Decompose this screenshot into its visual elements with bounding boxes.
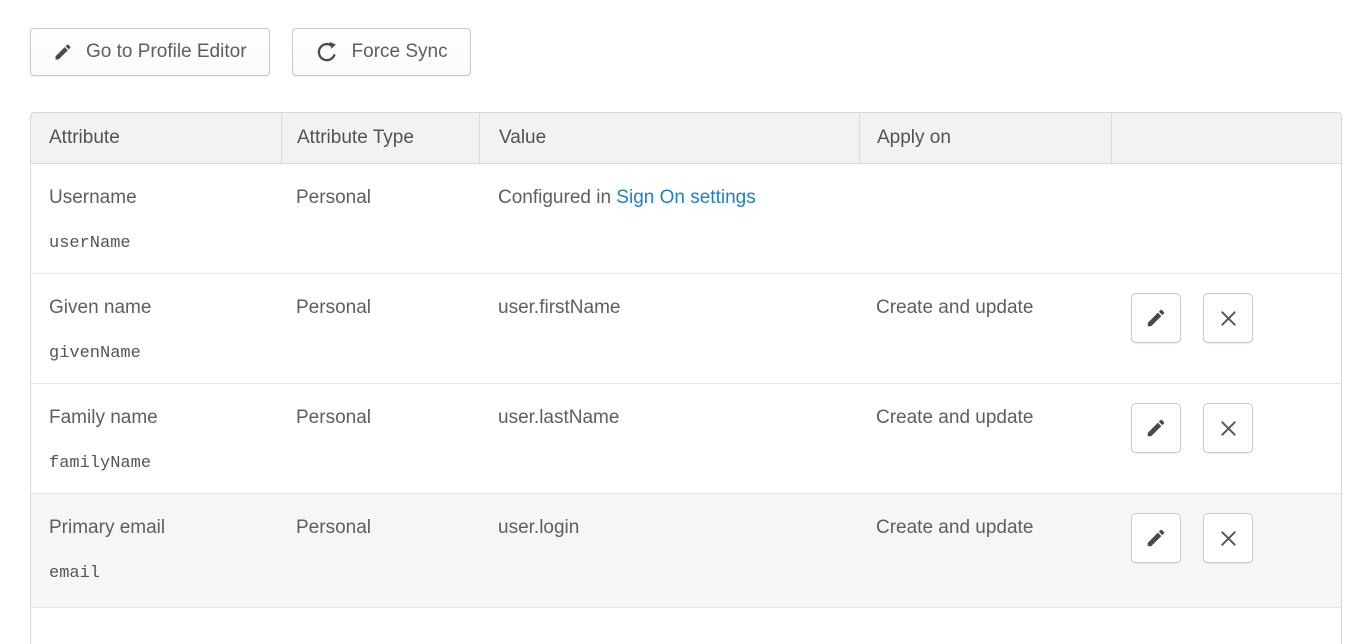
actions-cell [1111, 274, 1341, 383]
sign-on-settings-link[interactable]: Sign On settings [616, 187, 755, 208]
table-row: Primary email email Personal user.login … [31, 494, 1341, 608]
column-header-attribute: Attribute [31, 113, 281, 163]
value-cell: user.lastName [479, 384, 859, 493]
go-to-profile-editor-button[interactable]: Go to Profile Editor [30, 28, 270, 76]
table-row: Username userName Personal Configured in… [31, 164, 1341, 274]
attributes-table: Attribute Attribute Type Value Apply on … [30, 112, 1342, 644]
delete-mapping-button[interactable] [1203, 293, 1253, 343]
close-icon [1218, 418, 1239, 439]
apply-on-cell [859, 164, 1111, 273]
next-row-partial [31, 608, 1341, 644]
table-header-row: Attribute Attribute Type Value Apply on [31, 113, 1341, 164]
delete-mapping-button[interactable] [1203, 513, 1253, 563]
edit-mapping-button[interactable] [1131, 403, 1181, 453]
pencil-icon [1145, 307, 1167, 329]
column-header-apply-on: Apply on [859, 113, 1111, 163]
actions-cell [1111, 164, 1341, 273]
attribute-type-cell: Personal [281, 164, 479, 273]
value-text: Configured in [498, 187, 616, 208]
value-cell: user.login [479, 494, 859, 607]
attribute-cell: Given name givenName [31, 274, 281, 383]
edit-mapping-button[interactable] [1131, 513, 1181, 563]
actions-cell [1111, 384, 1341, 493]
delete-mapping-button[interactable] [1203, 403, 1253, 453]
pencil-icon [53, 42, 73, 62]
attribute-variable: givenName [49, 344, 281, 363]
toolbar: Go to Profile Editor Force Sync [30, 28, 1342, 76]
attribute-type-cell: Personal [281, 494, 479, 607]
force-sync-button[interactable]: Force Sync [292, 28, 471, 76]
actions-cell [1111, 494, 1341, 607]
attribute-type-cell: Personal [281, 274, 479, 383]
refresh-icon [315, 40, 339, 64]
edit-mapping-button[interactable] [1131, 293, 1181, 343]
column-header-value: Value [479, 113, 859, 163]
attribute-variable: familyName [49, 454, 281, 473]
column-header-actions [1111, 113, 1341, 163]
value-cell: Configured in Sign On settings [479, 164, 859, 273]
column-header-attribute-type: Attribute Type [281, 113, 479, 163]
attribute-cell: Family name familyName [31, 384, 281, 493]
close-icon [1218, 528, 1239, 549]
attribute-type-cell: Personal [281, 384, 479, 493]
attribute-cell: Primary email email [31, 494, 281, 607]
pencil-icon [1145, 417, 1167, 439]
force-sync-label: Force Sync [352, 41, 448, 63]
close-icon [1218, 308, 1239, 329]
attribute-name: Family name [49, 407, 281, 429]
attribute-name: Username [49, 187, 281, 209]
attribute-variable: userName [49, 234, 281, 253]
attribute-cell: Username userName [31, 164, 281, 273]
attribute-mappings-page: Go to Profile Editor Force Sync Attribut… [0, 0, 1370, 644]
attribute-variable: email [49, 564, 281, 583]
value-cell: user.firstName [479, 274, 859, 383]
apply-on-cell: Create and update [859, 494, 1111, 607]
go-to-profile-editor-label: Go to Profile Editor [86, 41, 247, 63]
table-row: Given name givenName Personal user.first… [31, 274, 1341, 384]
apply-on-cell: Create and update [859, 274, 1111, 383]
attribute-name: Primary email [49, 517, 281, 539]
table-row: Family name familyName Personal user.las… [31, 384, 1341, 494]
pencil-icon [1145, 527, 1167, 549]
apply-on-cell: Create and update [859, 384, 1111, 493]
attribute-name: Given name [49, 297, 281, 319]
